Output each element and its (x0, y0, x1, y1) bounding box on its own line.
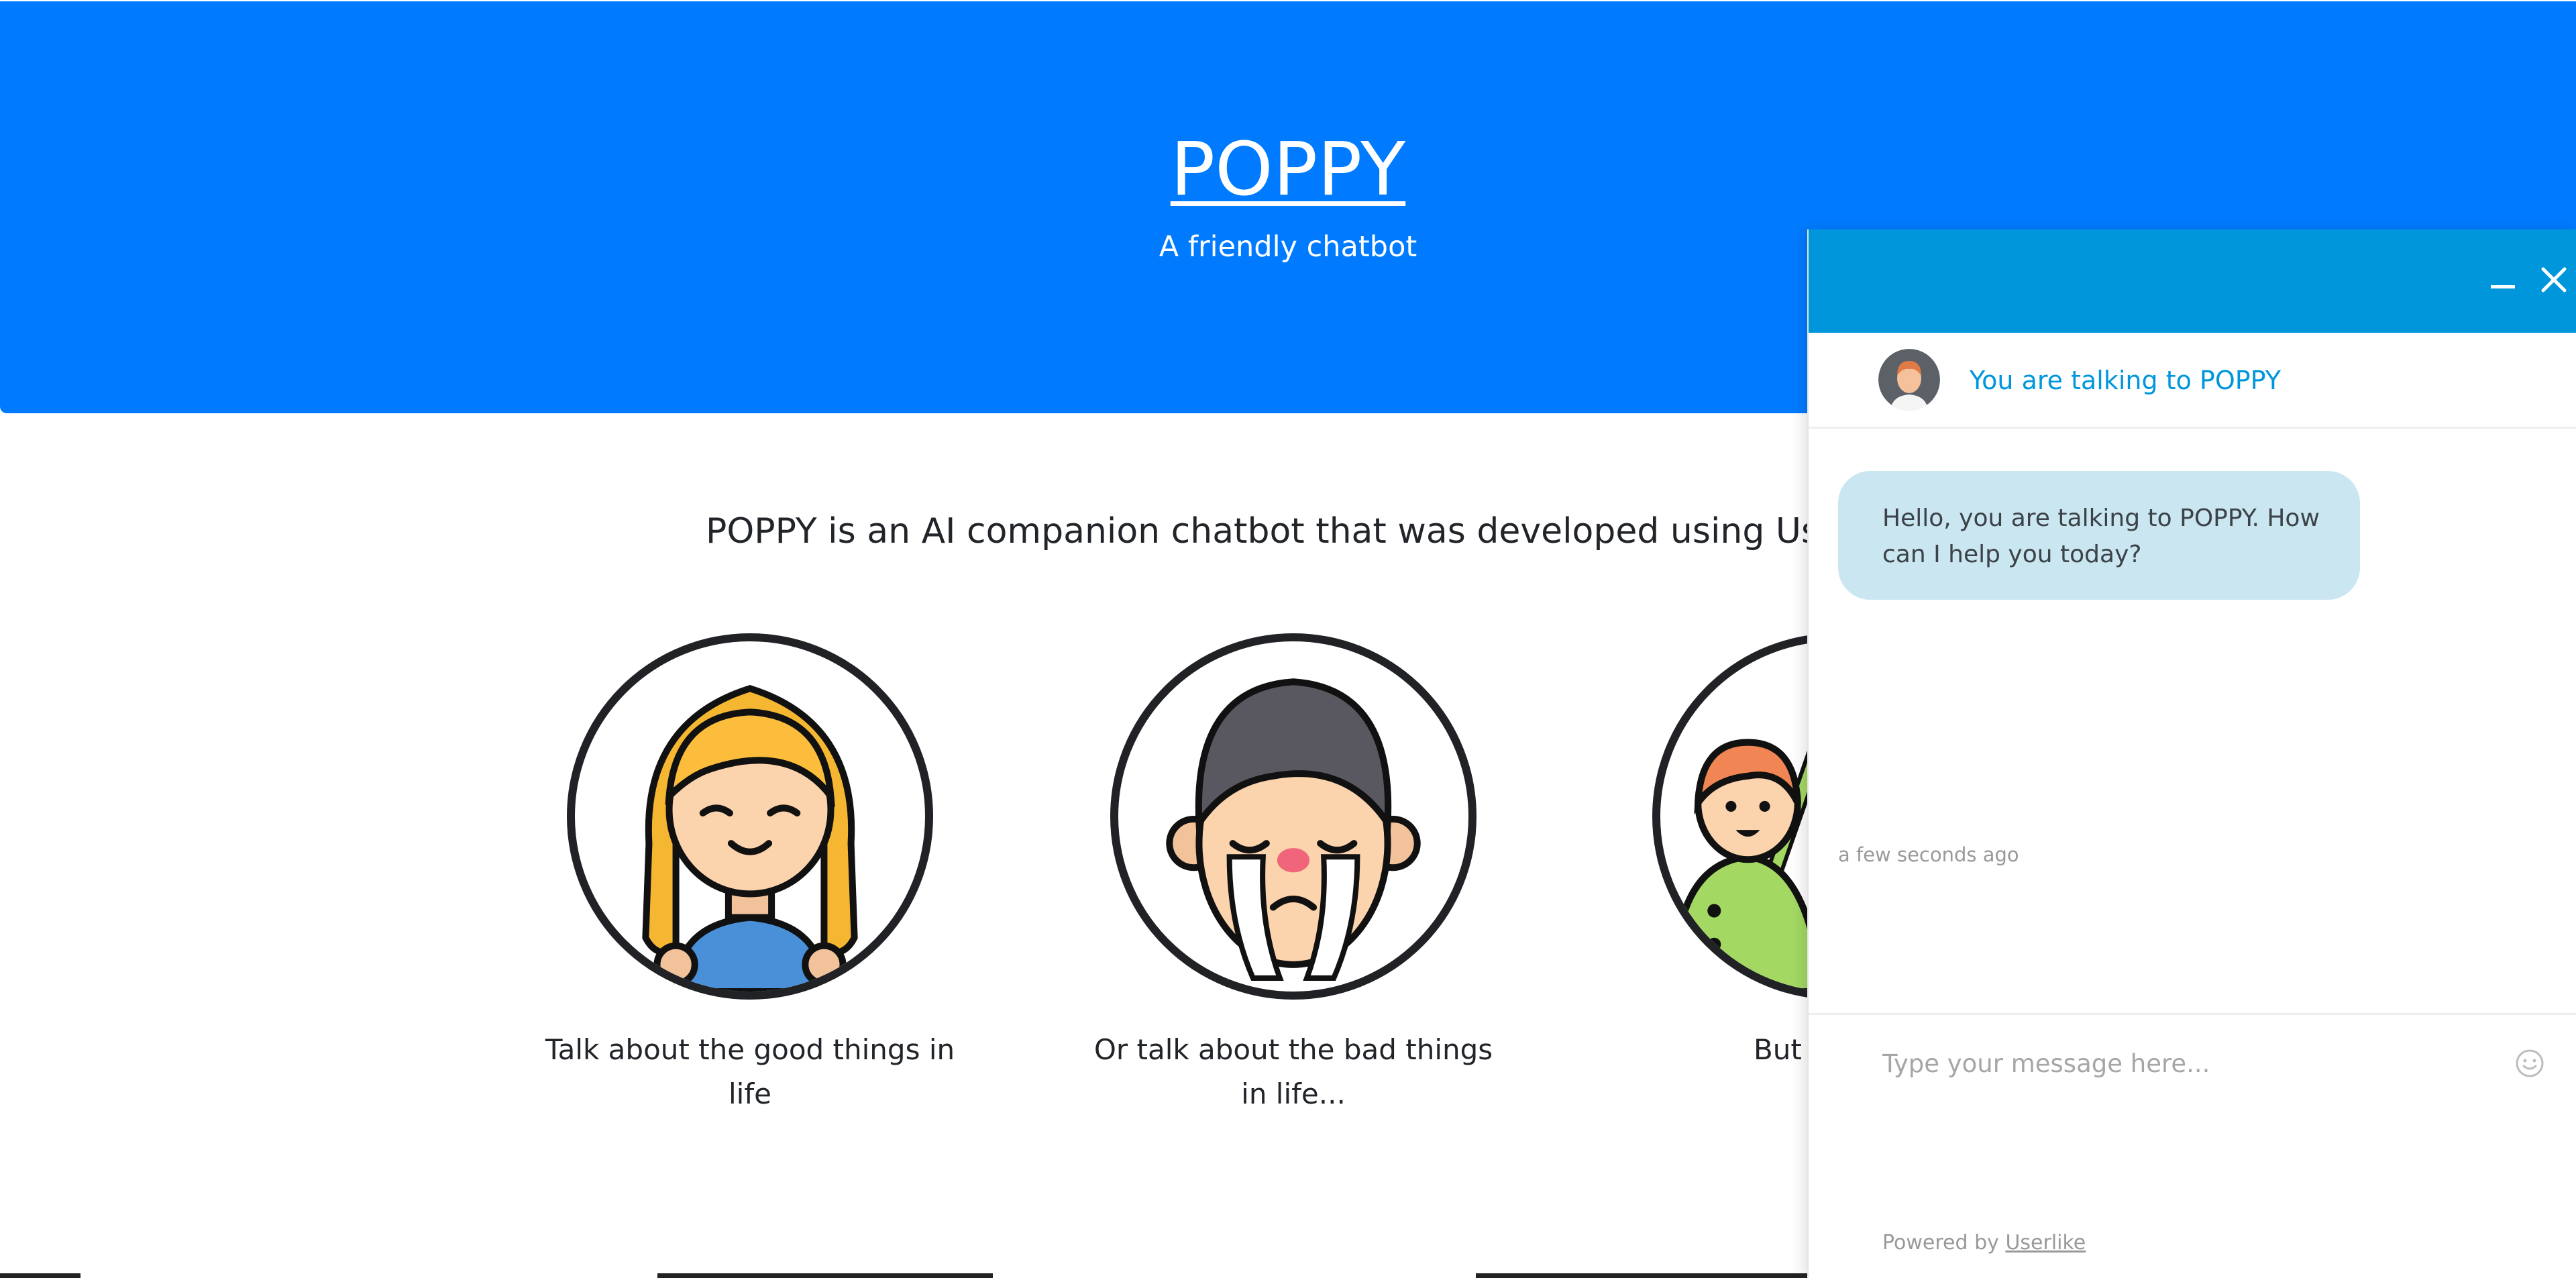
crying-boy-icon (1110, 633, 1477, 1000)
feature-caption: Talk about the good things in life (543, 1028, 957, 1116)
bottom-border (0, 1273, 1807, 1278)
smiling-girl-icon (567, 633, 933, 1000)
page: POPPY A friendly chatbot POPPY is an AI … (0, 0, 2576, 1278)
feature-caption-line2: in life... (1241, 1077, 1346, 1110)
chat-message-timestamp: a few seconds ago (1838, 843, 2019, 866)
chat-message-bubble: Hello, you are talking to POPPY. How can… (1838, 471, 2360, 600)
feature-caption-line1: Talk about the good things in (545, 1033, 955, 1066)
close-icon[interactable] (2530, 256, 2576, 303)
agent-avatar-icon (1878, 349, 1940, 411)
chat-input-divider (1809, 1013, 2576, 1015)
site-title-link[interactable]: POPPY (0, 122, 2576, 216)
smiley-icon[interactable] (2514, 1048, 2545, 1079)
chat-header-label: You are talking to POPPY (1970, 366, 2281, 395)
feature-caption-line1: Or talk about the bad things (1093, 1033, 1493, 1066)
chat-topbar (1809, 229, 2576, 333)
userlike-link[interactable]: Userlike (2005, 1231, 2086, 1255)
intro-text: POPPY is an AI companion chatbot that wa… (706, 511, 1856, 551)
minimize-icon[interactable] (2479, 256, 2526, 303)
feature-caption: Or talk about the bad things in life... (1087, 1028, 1500, 1116)
feature-caption-line2: life (729, 1077, 771, 1110)
chat-header: You are talking to POPPY (1809, 333, 2576, 429)
chat-widget: You are talking to POPPY Hello, you are … (1807, 229, 2576, 1278)
powered-by-label: Powered by (1882, 1231, 1999, 1255)
chat-message-input[interactable] (1882, 1040, 2486, 1087)
chat-footer: Powered by Userlike (1882, 1229, 2086, 1257)
